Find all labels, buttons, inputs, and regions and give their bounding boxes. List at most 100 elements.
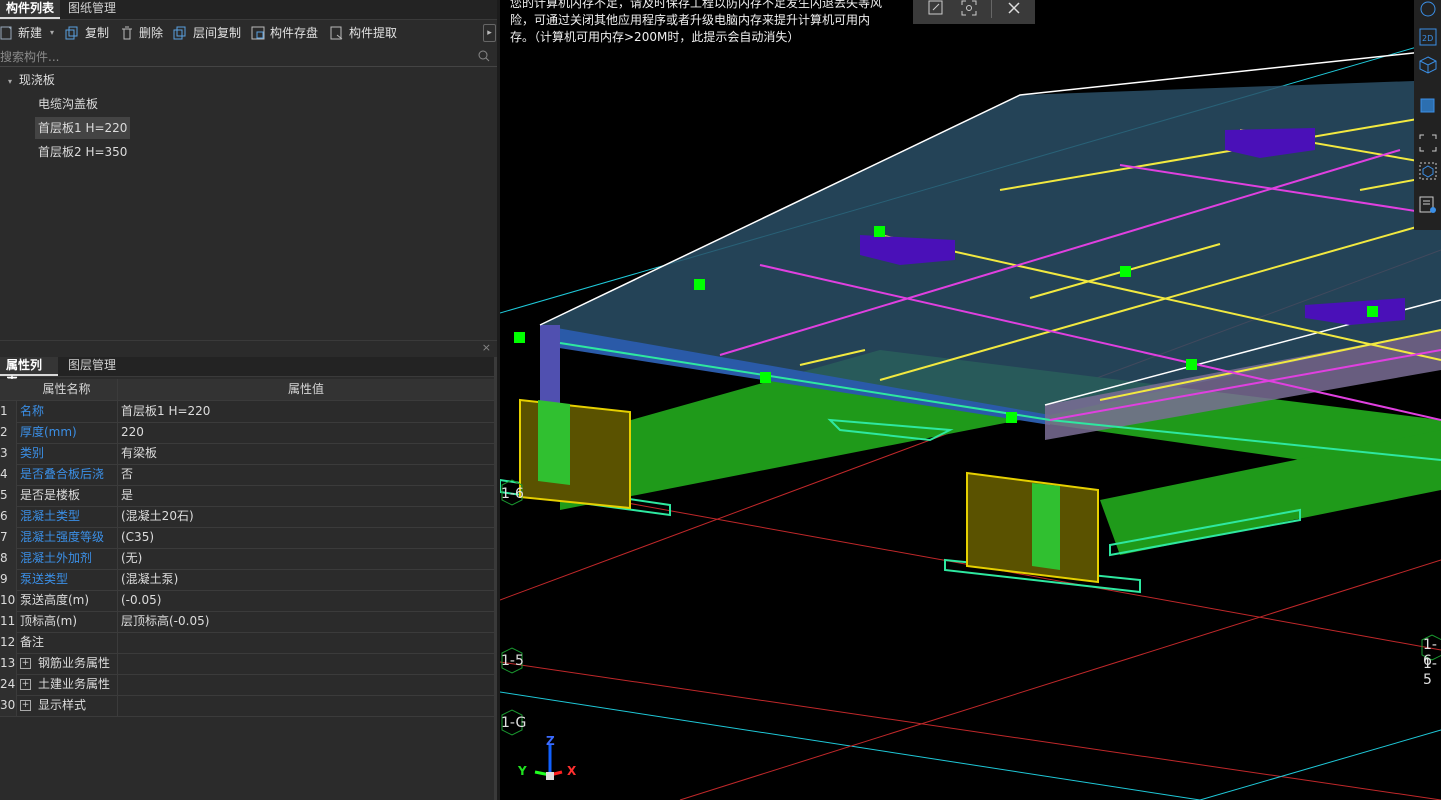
property-value[interactable]: 否 xyxy=(121,464,133,484)
grid-line xyxy=(1199,729,1441,800)
property-value[interactable]: 首层板1 H=220 xyxy=(121,401,210,421)
axis-gizmo xyxy=(534,745,563,780)
new-button[interactable]: 新建 ▾ xyxy=(0,23,58,43)
property-value[interactable]: 220 xyxy=(121,422,144,442)
delete-button[interactable]: 删除 xyxy=(120,23,168,43)
row-number: 12 xyxy=(0,632,17,653)
gizmo-y-label: Y xyxy=(518,764,527,778)
property-name: 泵送高度(m) xyxy=(20,593,90,607)
property-row[interactable]: 24 + 土建业务属性 xyxy=(0,674,494,696)
row-number: 5 xyxy=(0,485,17,506)
expand-icon[interactable]: + xyxy=(20,658,31,669)
select-region-icon[interactable] xyxy=(1419,134,1437,152)
property-name: 备注 xyxy=(20,635,45,649)
property-row[interactable]: 30 + 显示样式 xyxy=(0,695,494,717)
search-input[interactable]: 搜索构件... xyxy=(0,48,59,65)
collapse-caret-icon[interactable]: ▾ xyxy=(8,77,12,86)
property-value[interactable]: 层顶标高(-0.05) xyxy=(121,611,209,631)
property-row[interactable]: 9 泵送类型 (混凝土泵) xyxy=(0,569,494,591)
expand-icon[interactable]: + xyxy=(20,700,31,711)
tab-property-list[interactable]: 属性列表 xyxy=(0,357,58,389)
gizmo-x-label: X xyxy=(567,764,577,778)
property-name: 顶标高(m) xyxy=(20,614,78,628)
property-row[interactable]: 5 是否是楼板 是 xyxy=(0,485,494,507)
2d-view-icon[interactable]: 2D xyxy=(1419,28,1437,46)
copy-icon xyxy=(65,26,78,40)
property-value[interactable]: (C35) xyxy=(121,527,154,547)
tab-layer-management[interactable]: 图层管理 xyxy=(62,357,128,376)
trash-icon xyxy=(122,26,132,40)
tree-group-cast-slab[interactable]: ▾ 现浇板 xyxy=(8,69,55,91)
edit-note-icon[interactable] xyxy=(928,0,944,16)
expand-icon[interactable]: + xyxy=(20,679,31,690)
axis-label-1-6: 1-6 xyxy=(501,486,524,502)
property-row[interactable]: 10 泵送高度(m) (-0.05) xyxy=(0,590,494,612)
save-component-icon xyxy=(251,26,265,40)
row-number: 2 xyxy=(0,422,17,443)
property-value[interactable]: 有梁板 xyxy=(121,443,157,463)
column-base xyxy=(519,398,631,510)
property-value[interactable]: (混凝土20石) xyxy=(121,506,194,526)
extract-component-icon xyxy=(330,26,343,40)
column xyxy=(540,325,560,405)
property-value[interactable]: 是 xyxy=(121,485,133,505)
tab-component-list[interactable]: 构件列表 xyxy=(0,0,60,19)
property-row[interactable]: 6 混凝土类型 (混凝土20石) xyxy=(0,506,494,528)
property-value[interactable]: (无) xyxy=(121,548,142,568)
axis-label-1-5: 1-5 xyxy=(501,653,524,669)
save-component-button[interactable]: 构件存盘 xyxy=(251,23,323,43)
property-row[interactable]: 1 名称 首层板1 H=220 xyxy=(0,401,494,423)
property-row[interactable]: 13 + 钢筋业务属性 xyxy=(0,653,494,675)
row-number: 24 xyxy=(0,674,17,695)
property-row[interactable]: 11 顶标高(m) 层顶标高(-0.05) xyxy=(0,611,494,633)
3d-viewport[interactable]: 您的计算机内存不足，请及时保存工程以防内存不足发生闪退丢失等风险，可通过关闭其他… xyxy=(500,0,1441,800)
axis-label-1-g: 1-G xyxy=(501,715,527,731)
property-name: 类别 xyxy=(20,446,45,460)
property-row[interactable]: 4 是否叠合板后浇 否 xyxy=(0,464,494,486)
component-search[interactable]: 搜索构件... xyxy=(0,46,497,67)
property-value[interactable]: (混凝土泵) xyxy=(121,569,178,589)
property-row[interactable]: 2 厚度(mm) 220 xyxy=(0,422,494,444)
row-number: 6 xyxy=(0,506,17,527)
property-row[interactable]: 12 备注 xyxy=(0,632,494,654)
orbit-icon[interactable] xyxy=(1419,0,1437,18)
grid-line xyxy=(500,661,1441,800)
row-number: 13 xyxy=(0,653,17,674)
tree-item-slab-2[interactable]: 首层板2 H=350 xyxy=(38,141,127,163)
expand-toolbar-icon[interactable]: ▸ xyxy=(483,24,496,42)
svg-text:2D: 2D xyxy=(1422,34,1433,43)
box-view-icon[interactable] xyxy=(1419,95,1437,113)
model-scene xyxy=(500,39,1441,800)
screenshot-icon[interactable] xyxy=(961,0,977,16)
tree-item-slab-1[interactable]: 首层板1 H=220 xyxy=(35,117,131,139)
property-name: 混凝土类型 xyxy=(20,509,81,523)
close-icon[interactable]: × xyxy=(482,341,491,354)
property-row[interactable]: 7 混凝土强度等级 (C35) xyxy=(0,527,494,549)
property-row[interactable]: 3 类别 有梁板 xyxy=(0,443,494,465)
copy-button[interactable]: 复制 xyxy=(65,23,113,43)
column-core xyxy=(538,400,570,485)
search-icon[interactable] xyxy=(478,50,490,62)
tab-drawing-management[interactable]: 图纸管理 xyxy=(62,0,128,19)
select-cube-icon[interactable] xyxy=(1419,162,1437,180)
3d-cube-icon[interactable] xyxy=(1419,56,1437,74)
extract-component-button[interactable]: 构件提取 xyxy=(330,23,402,43)
panel-splitter[interactable]: × xyxy=(0,340,497,357)
floor-copy-icon xyxy=(173,26,186,40)
tree-item-cable-trench-cover[interactable]: 电缆沟盖板 xyxy=(38,93,98,115)
property-row[interactable]: 8 混凝土外加剂 (无) xyxy=(0,548,494,570)
component-tabbar: 构件列表 图纸管理 xyxy=(0,0,497,20)
new-doc-icon xyxy=(0,26,12,40)
floor-copy-button[interactable]: 层间复制 xyxy=(173,23,245,43)
properties-icon[interactable] xyxy=(1419,196,1437,214)
property-name: 土建业务属性 xyxy=(38,677,111,691)
property-grid-header: 属性名称 属性值 xyxy=(0,379,494,401)
row-number: 10 xyxy=(0,590,17,611)
property-tabbar: 属性列表 图层管理 xyxy=(0,357,497,389)
grid-line xyxy=(679,559,1441,800)
close-icon[interactable] xyxy=(1007,1,1021,15)
row-number: 8 xyxy=(0,548,17,569)
low-memory-warning: 您的计算机内存不足，请及时保存工程以防内存不足发生闪退丢失等风险，可通过关闭其他… xyxy=(510,0,883,44)
row-number: 1 xyxy=(0,401,17,422)
property-value[interactable]: (-0.05) xyxy=(121,590,161,610)
